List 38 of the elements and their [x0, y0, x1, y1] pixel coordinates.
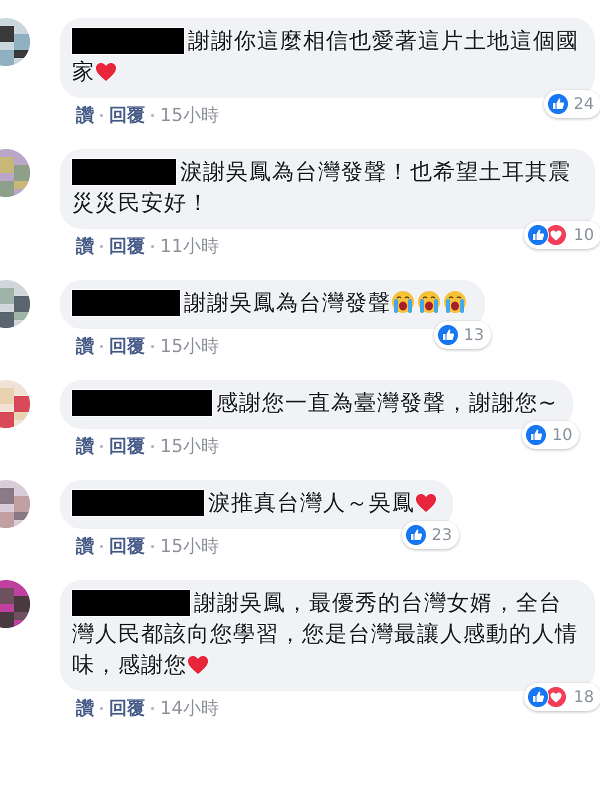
crying-face-icon: [391, 290, 415, 314]
comment-action-link[interactable]: 讚: [76, 102, 94, 129]
comment-action-link[interactable]: 讚: [76, 233, 94, 260]
comment-action-link[interactable]: 回覆: [109, 333, 145, 360]
comment-text: 謝謝吳鳳為台灣發聲: [72, 288, 469, 319]
thumbs-up-icon: [436, 324, 459, 346]
thumbs-up-icon: [526, 224, 549, 246]
thumbs-up-icon: [525, 424, 548, 446]
reaction-count: 18: [574, 686, 594, 708]
comment-action-link[interactable]: 回覆: [109, 233, 145, 260]
comment-action-link[interactable]: 回覆: [109, 102, 145, 129]
comment-action-link[interactable]: 讚: [76, 433, 94, 460]
thumbs-up-icon: [404, 524, 427, 546]
comment-action-link[interactable]: 讚: [76, 533, 94, 560]
heart-reaction-icon: [544, 686, 567, 708]
comment-action-link[interactable]: 讚: [76, 333, 94, 360]
reaction-count: 23: [432, 524, 452, 546]
heart-icon: [187, 655, 209, 675]
heart-icon: [415, 493, 437, 513]
comment-action-link[interactable]: 回覆: [109, 433, 145, 460]
comment-text: 感謝您一直為臺灣發聲，謝謝您~: [72, 388, 558, 419]
reaction-count: 13: [464, 324, 484, 346]
thumbs-up-icon: [526, 686, 549, 708]
comment-text: 謝謝吳鳳，最優秀的台灣女婿，全台灣人民都該向您學習，您是台灣最讓人感動的人情味，感謝您: [72, 589, 579, 680]
comment-text: 淚謝吳鳳為台灣發聲！也希望土耳其震災災民安好！: [72, 158, 572, 218]
reaction-count: 10: [552, 424, 572, 446]
comment-action-link[interactable]: 回覆: [109, 533, 145, 560]
reaction-count: 10: [574, 224, 594, 246]
comment-text: 淚推真台灣人～吳鳳: [72, 488, 437, 519]
reaction-count: 24: [574, 93, 594, 115]
comment-action-link[interactable]: 讚: [76, 695, 94, 722]
comment-text: 謝謝你這麼相信也愛著這片土地這個國家: [72, 27, 579, 87]
heart-icon: [95, 62, 117, 82]
thumbs-up-icon: [546, 93, 569, 115]
comment-action-link[interactable]: 回覆: [109, 695, 145, 722]
crying-face-icon: [443, 290, 467, 314]
heart-reaction-icon: [544, 224, 567, 246]
crying-face-icon: [417, 290, 441, 314]
